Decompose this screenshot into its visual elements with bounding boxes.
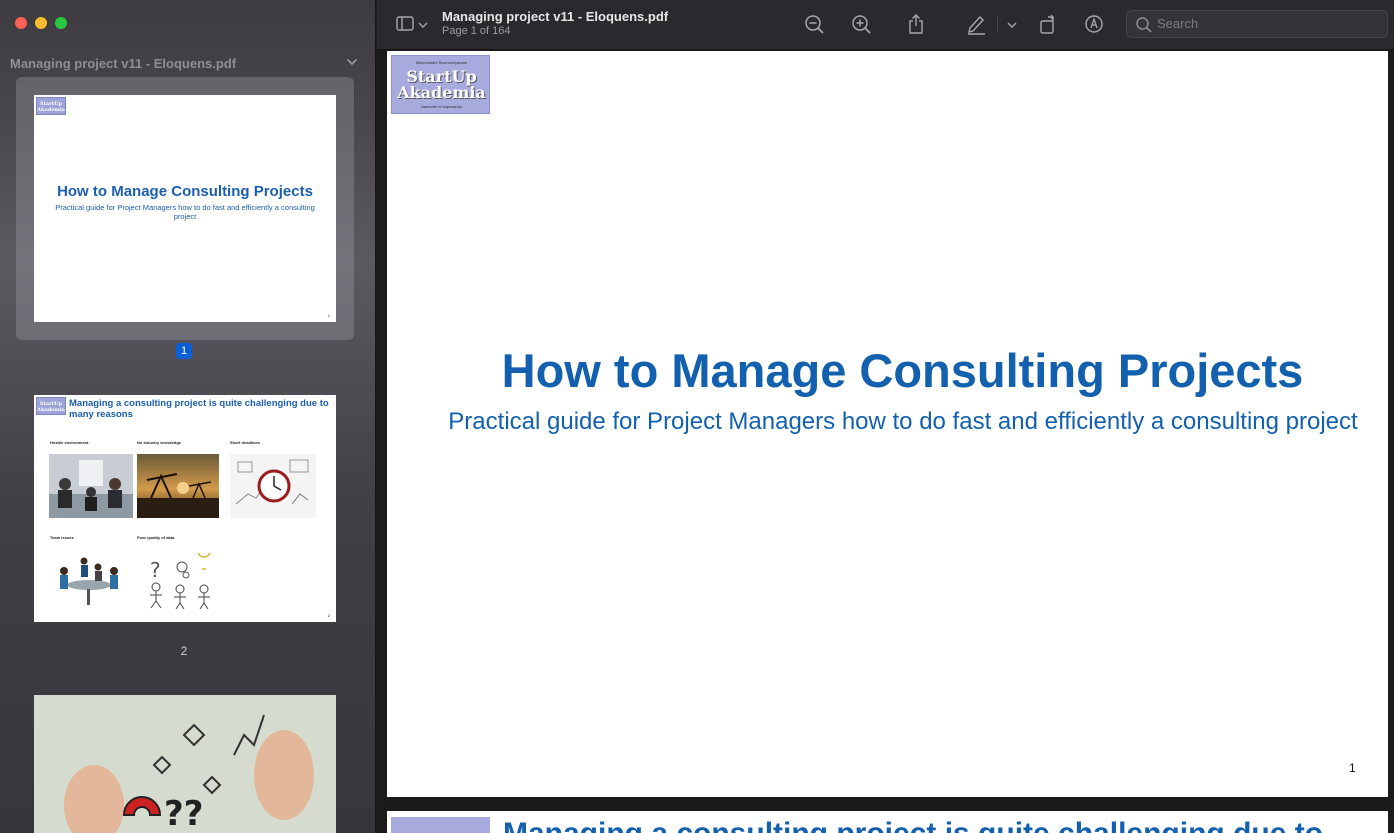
deadline-clock-image <box>230 454 316 518</box>
page-subtitle: Practical guide for Project Managers how… <box>448 408 1358 435</box>
startup-akademia-logo <box>391 817 490 833</box>
thumbnail-sidebar: Managing project v11 - Eloquens.pdf Star… <box>0 0 376 833</box>
startup-akademia-logo: Mitolndutahi Sivuruchiyarane StartUp Aka… <box>391 55 490 114</box>
page-number: 1 <box>1349 761 1356 775</box>
logo-tagline: Mitolndutahi Sivuruchiyarane <box>415 60 468 65</box>
maximize-window-button[interactable] <box>55 17 67 29</box>
svg-text:??: ?? <box>164 794 203 833</box>
logo-caption: Namadhi et kapocandu <box>420 104 463 109</box>
thumbnail-page-3[interactable]: ?? <box>34 695 336 833</box>
search-input[interactable] <box>1157 16 1377 31</box>
chevron-down-icon[interactable] <box>417 13 429 35</box>
search-icon <box>1136 17 1152 33</box>
thumbnail-label: Poor quality of data <box>137 535 175 540</box>
thumbnail-page-mark: 2 <box>327 613 330 618</box>
thumbnail-page-1[interactable]: StartUp Akademia How to Manage Consultin… <box>34 95 336 322</box>
thumbnail-label: Team issues <box>50 535 74 540</box>
highlight-pen-icon[interactable] <box>965 13 989 35</box>
thumbnail-label: Short deadlines <box>230 440 261 445</box>
thumbnail-page-number: 1 <box>176 343 192 359</box>
toolbar: Managing project v11 - Eloquens.pdf Page… <box>377 0 1394 50</box>
startup-akademia-logo: StartUp Akademia <box>36 97 66 115</box>
markup-icon[interactable] <box>1083 13 1107 35</box>
logo-text: Akademia <box>37 107 65 113</box>
share-icon[interactable] <box>905 13 929 35</box>
thumbnail-page-mark: 1 <box>327 313 330 318</box>
page-indicator: Page 1 of 164 <box>442 25 511 37</box>
thumbnail-title: Managing a consulting project is quite c… <box>69 398 329 420</box>
logo-text: Akademia <box>37 407 65 413</box>
poor-data-figures-image: ? <box>142 553 220 609</box>
thumbnail-subtitle: Practical guide for Project Managers how… <box>55 203 315 221</box>
sidebar-toggle-icon[interactable] <box>395 13 419 35</box>
zoom-out-icon[interactable] <box>803 13 827 35</box>
thumbnail-label: Hostile environment <box>50 440 89 445</box>
thumbnail-page-number: 2 <box>180 644 188 658</box>
chevron-down-icon[interactable] <box>345 55 359 69</box>
document-viewer[interactable]: Mitolndutahi Sivuruchiyarane StartUp Aka… <box>377 51 1394 833</box>
logo-text: StartUp Akademia <box>392 69 491 101</box>
sidebar-document-title: Managing project v11 - Eloquens.pdf <box>10 56 237 71</box>
zoom-in-icon[interactable] <box>850 13 874 35</box>
document-title: Managing project v11 - Eloquens.pdf <box>442 9 669 24</box>
window-controls <box>15 17 67 29</box>
rotate-icon[interactable] <box>1036 13 1060 35</box>
meeting-image <box>49 454 133 518</box>
pdf-page-2: Managing a consulting project is quite c… <box>387 811 1388 833</box>
thumbnail-title: How to Manage Consulting Projects <box>57 183 313 200</box>
search-field[interactable] <box>1126 10 1388 38</box>
preview-window: Managing project v11 - Eloquens.pdf Star… <box>0 0 1394 833</box>
thumbnail-page-2[interactable]: StartUp Akademia Managing a consulting p… <box>34 395 336 622</box>
logo-line: Akademia <box>397 83 486 102</box>
startup-akademia-logo: StartUp Akademia <box>36 397 66 415</box>
svg-text:?: ? <box>150 558 161 582</box>
puzzle-hands-image: ?? <box>34 695 336 833</box>
page-title: Managing a consulting project is quite c… <box>503 817 1323 833</box>
pdf-page-1: Mitolndutahi Sivuruchiyarane StartUp Aka… <box>387 51 1388 797</box>
thumbnail-label: No industry knowledge <box>137 440 182 445</box>
close-window-button[interactable] <box>15 17 27 29</box>
toolbar-divider <box>997 15 998 33</box>
minimize-window-button[interactable] <box>35 17 47 29</box>
oil-field-image <box>137 454 219 518</box>
team-issues-image <box>52 553 126 609</box>
page-title: How to Manage Consulting Projects <box>501 344 1304 397</box>
chevron-down-icon[interactable] <box>1005 13 1019 35</box>
